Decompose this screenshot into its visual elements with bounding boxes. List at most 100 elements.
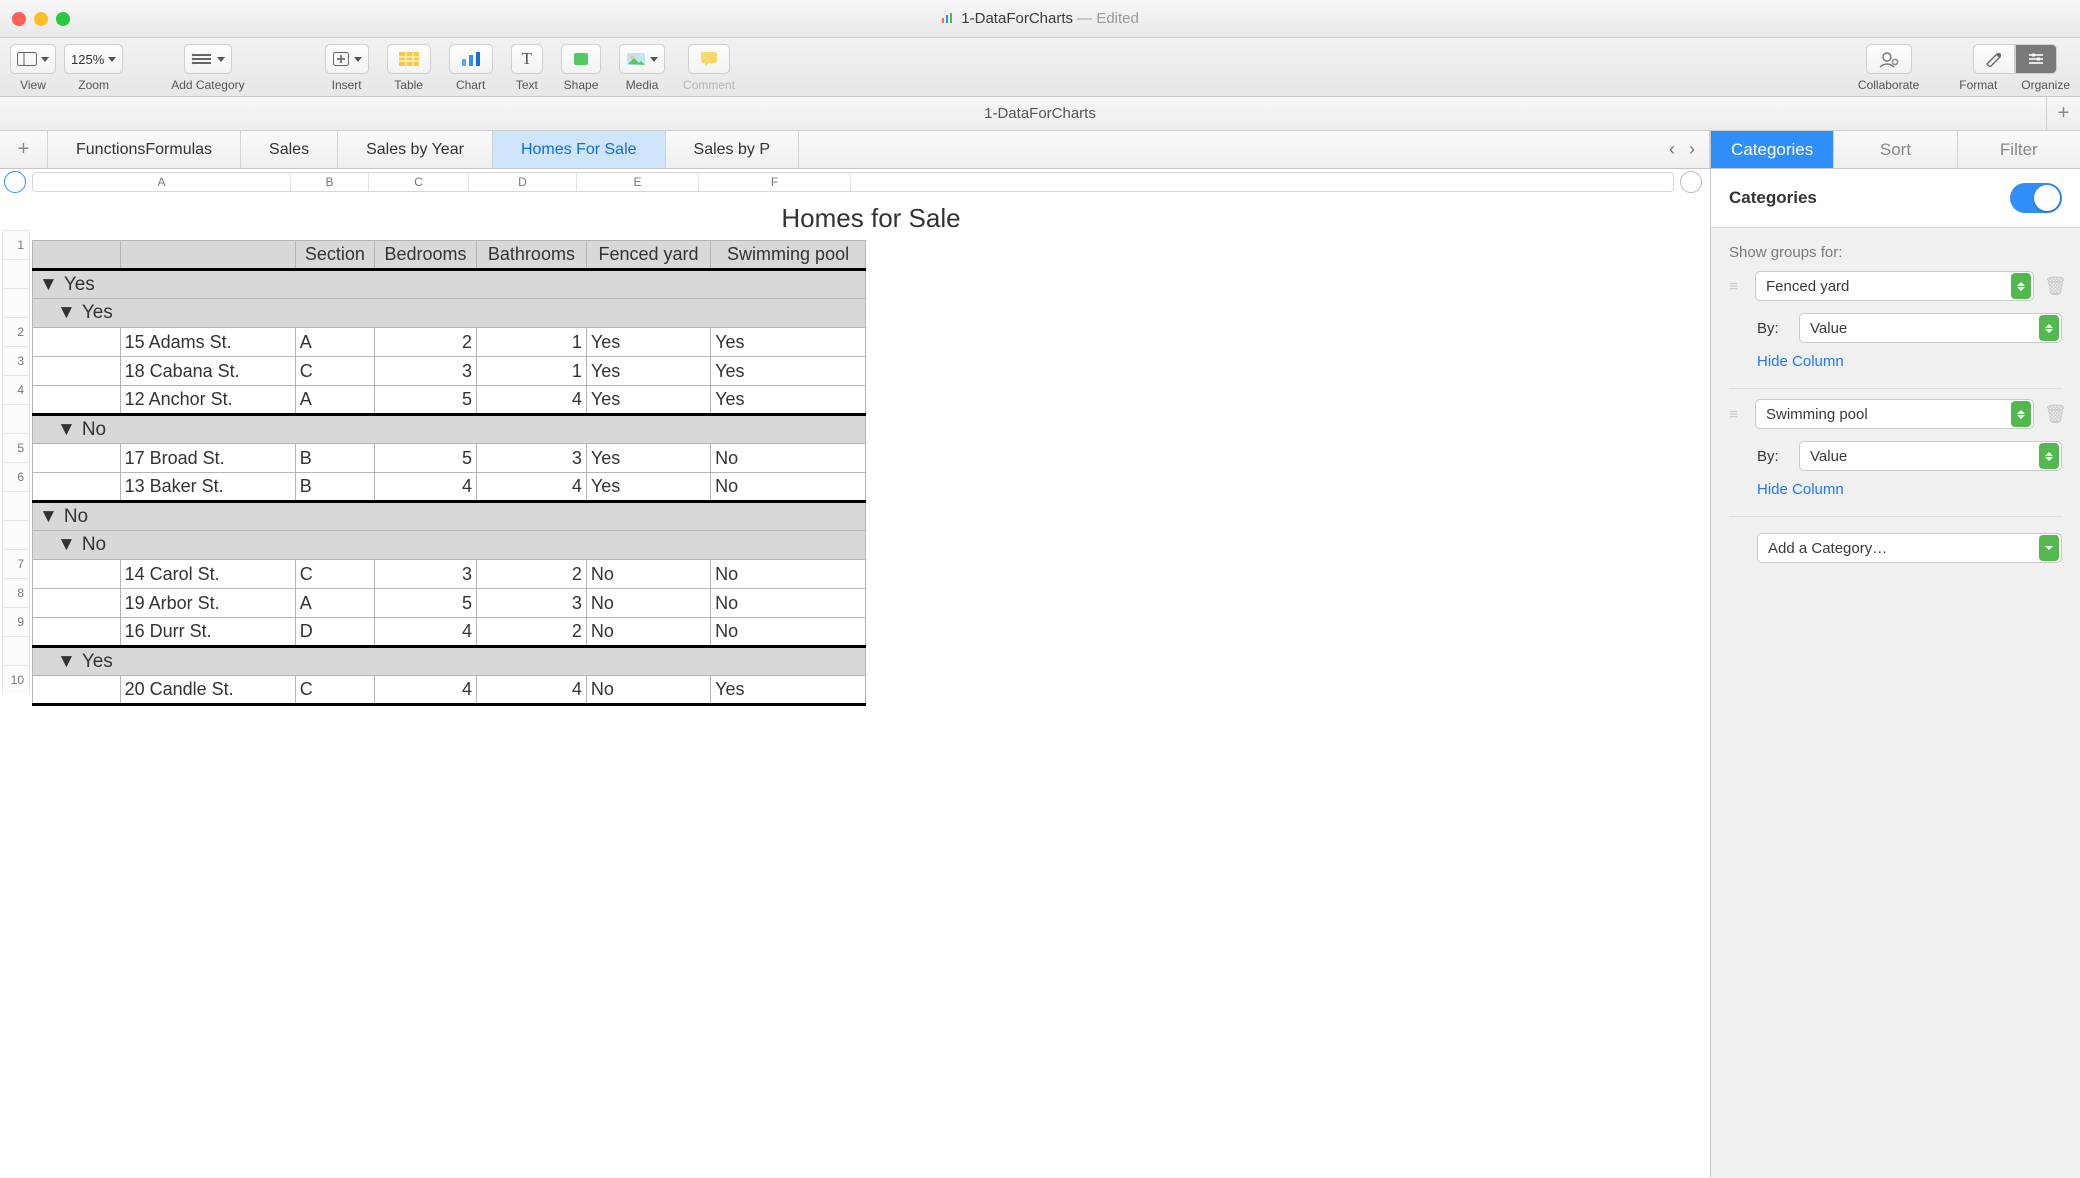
cell[interactable]: Yes bbox=[586, 386, 710, 415]
cell[interactable] bbox=[33, 386, 121, 415]
cell[interactable]: 16 Durr St. bbox=[120, 618, 295, 647]
drag-handle-icon[interactable]: ≡ bbox=[1729, 406, 1745, 423]
row-number[interactable]: 9 bbox=[2, 607, 30, 636]
row-number[interactable] bbox=[2, 201, 30, 230]
inspector-tab[interactable]: Categories bbox=[1711, 131, 1834, 168]
cell[interactable]: No bbox=[586, 560, 710, 589]
cell[interactable]: 3 bbox=[375, 357, 477, 386]
cell[interactable] bbox=[33, 560, 121, 589]
cell[interactable]: Yes bbox=[711, 357, 866, 386]
insert-button[interactable] bbox=[325, 44, 369, 74]
cell[interactable]: No bbox=[586, 589, 710, 618]
cell[interactable]: 20 Candle St. bbox=[120, 676, 295, 705]
cell[interactable]: 4 bbox=[375, 676, 477, 705]
group-row[interactable]: ▼Yes bbox=[33, 270, 866, 299]
cell[interactable]: No bbox=[586, 676, 710, 705]
cell[interactable] bbox=[33, 328, 121, 357]
group-row[interactable]: ▼No bbox=[33, 531, 866, 560]
add-category-select[interactable]: Add a Category… bbox=[1757, 533, 2062, 563]
cell[interactable]: 2 bbox=[476, 618, 586, 647]
cell[interactable]: Yes bbox=[586, 328, 710, 357]
trash-icon[interactable]: 🗑 bbox=[2044, 404, 2062, 425]
cell[interactable]: Yes bbox=[711, 676, 866, 705]
cell[interactable]: A bbox=[295, 386, 374, 415]
cell[interactable]: 4 bbox=[375, 473, 477, 502]
add-panel-button[interactable]: + bbox=[2046, 97, 2080, 131]
cell[interactable]: 5 bbox=[375, 589, 477, 618]
category-column-select[interactable]: Swimming pool bbox=[1755, 399, 2034, 429]
cell[interactable]: 4 bbox=[375, 618, 477, 647]
view-button[interactable] bbox=[10, 44, 56, 74]
column-header[interactable]: Swimming pool bbox=[711, 241, 866, 270]
cell[interactable]: 4 bbox=[476, 676, 586, 705]
row-number[interactable] bbox=[2, 491, 30, 520]
cell[interactable]: A bbox=[295, 589, 374, 618]
column-header[interactable] bbox=[120, 241, 295, 270]
cell[interactable]: B bbox=[295, 444, 374, 473]
column-header[interactable]: Bedrooms bbox=[375, 241, 477, 270]
shape-button[interactable] bbox=[561, 44, 601, 74]
group-row[interactable]: ▼No bbox=[33, 502, 866, 531]
cell[interactable]: 5 bbox=[375, 386, 477, 415]
cell[interactable]: No bbox=[586, 618, 710, 647]
hide-column-link[interactable]: Hide Column bbox=[1757, 481, 2062, 498]
drag-handle-icon[interactable]: ≡ bbox=[1729, 278, 1745, 295]
cell[interactable] bbox=[33, 444, 121, 473]
group-row[interactable]: ▼No bbox=[33, 415, 866, 444]
cell[interactable]: C bbox=[295, 357, 374, 386]
group-row[interactable]: ▼Yes bbox=[33, 299, 866, 328]
media-button[interactable] bbox=[619, 44, 665, 74]
cell[interactable]: 3 bbox=[476, 589, 586, 618]
row-number[interactable]: 5 bbox=[2, 433, 30, 462]
cell[interactable]: C bbox=[295, 676, 374, 705]
column-letters[interactable]: ABCDEF bbox=[32, 172, 1674, 192]
cell[interactable]: 12 Anchor St. bbox=[120, 386, 295, 415]
sheet-tab[interactable]: Sales bbox=[241, 131, 338, 168]
cell[interactable]: Yes bbox=[586, 444, 710, 473]
sheet-tab[interactable]: Sales by Year bbox=[338, 131, 493, 168]
tab-next-button[interactable]: › bbox=[1689, 139, 1695, 160]
tab-prev-button[interactable]: ‹ bbox=[1669, 139, 1675, 160]
cell[interactable]: No bbox=[711, 560, 866, 589]
organize-button[interactable] bbox=[2015, 44, 2057, 74]
add-category-button[interactable] bbox=[184, 44, 232, 74]
categories-toggle[interactable] bbox=[2010, 183, 2062, 213]
cell[interactable]: Yes bbox=[586, 357, 710, 386]
chart-button[interactable] bbox=[449, 44, 493, 74]
cell[interactable]: 18 Cabana St. bbox=[120, 357, 295, 386]
cell[interactable]: 14 Carol St. bbox=[120, 560, 295, 589]
row-number[interactable] bbox=[2, 636, 30, 665]
cell[interactable]: 4 bbox=[476, 473, 586, 502]
column-header[interactable]: Fenced yard bbox=[586, 241, 710, 270]
add-sheet-button[interactable]: + bbox=[0, 131, 48, 168]
row-number[interactable]: 10 bbox=[2, 665, 30, 694]
cell[interactable]: D bbox=[295, 618, 374, 647]
text-button[interactable]: T bbox=[511, 44, 543, 74]
cell[interactable] bbox=[33, 473, 121, 502]
category-by-select[interactable]: Value bbox=[1799, 313, 2062, 343]
cell[interactable]: 4 bbox=[476, 386, 586, 415]
cell[interactable]: 17 Broad St. bbox=[120, 444, 295, 473]
row-number[interactable] bbox=[2, 259, 30, 288]
cell[interactable]: 1 bbox=[476, 328, 586, 357]
spreadsheet-body[interactable]: 12345678910 Homes for Sale SectionBedroo… bbox=[0, 195, 1710, 1177]
cell[interactable]: No bbox=[711, 589, 866, 618]
cell[interactable]: No bbox=[711, 473, 866, 502]
cell[interactable]: No bbox=[711, 444, 866, 473]
row-number[interactable] bbox=[2, 520, 30, 549]
format-button[interactable] bbox=[1973, 44, 2015, 74]
cell[interactable]: 5 bbox=[375, 444, 477, 473]
column-header[interactable]: Bathrooms bbox=[476, 241, 586, 270]
hide-column-link[interactable]: Hide Column bbox=[1757, 353, 2062, 370]
cell[interactable] bbox=[33, 357, 121, 386]
table-button[interactable] bbox=[387, 44, 431, 74]
cell[interactable]: No bbox=[711, 618, 866, 647]
cell[interactable]: 2 bbox=[375, 328, 477, 357]
cell[interactable] bbox=[33, 589, 121, 618]
category-column-select[interactable]: Fenced yard bbox=[1755, 271, 2034, 301]
sheet-tab[interactable]: Homes For Sale bbox=[493, 131, 666, 168]
row-number[interactable]: 8 bbox=[2, 578, 30, 607]
inspector-tab[interactable]: Sort bbox=[1834, 131, 1957, 168]
cell[interactable]: 1 bbox=[476, 357, 586, 386]
sheet-tab[interactable]: FunctionsFormulas bbox=[48, 131, 241, 168]
